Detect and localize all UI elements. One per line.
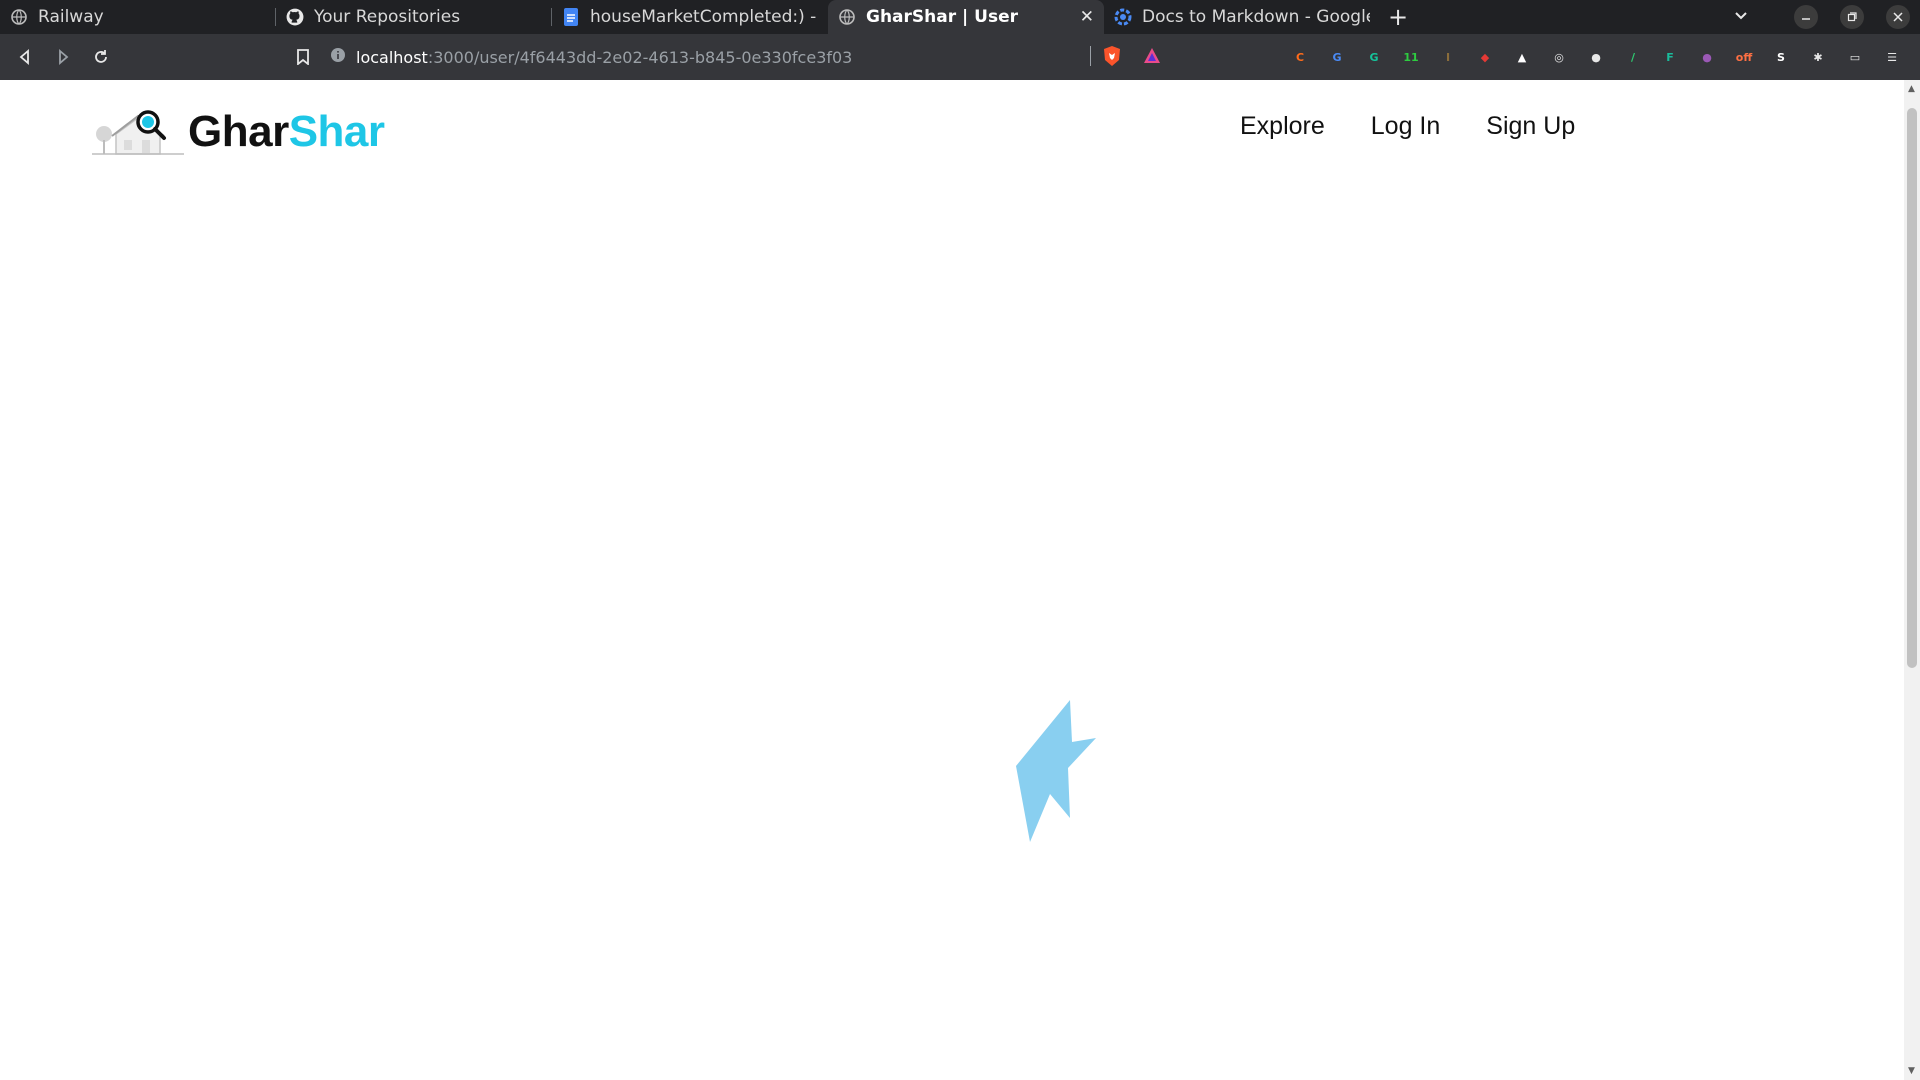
brave-rewards-icon[interactable]	[1142, 46, 1162, 70]
tab-gharshar-user[interactable]: GharShar | User ✕	[828, 0, 1104, 34]
chevron-down-icon[interactable]	[1734, 9, 1748, 25]
tab-title: GharShar | User	[866, 7, 1018, 27]
extension-translate-icon[interactable]: G	[1325, 45, 1349, 69]
bookmark-button[interactable]	[284, 38, 322, 76]
restore-button[interactable]	[1840, 5, 1864, 29]
address-bar[interactable]: localhost:3000/user/4f6443dd-2e02-4613-b…	[330, 39, 1170, 75]
reload-icon	[95, 50, 107, 63]
nav-signup-link[interactable]: Sign Up	[1486, 112, 1575, 141]
url-host: localhost	[356, 47, 428, 67]
page-scrollbar[interactable]: ▲ ▼	[1904, 80, 1920, 1080]
tab-github[interactable]: Your Repositories	[276, 0, 552, 34]
extension-icon	[1114, 8, 1132, 26]
extension-circle-icon[interactable]: ●	[1584, 45, 1608, 69]
forward-button[interactable]	[44, 38, 82, 76]
brand-name-part1: Ghar	[188, 107, 289, 156]
grammarly-icon[interactable]: G	[1362, 45, 1386, 69]
extension-off-icon[interactable]: off	[1732, 45, 1756, 69]
extension-red-icon[interactable]: ◆	[1473, 45, 1497, 69]
extension-teal-icon[interactable]: F	[1658, 45, 1682, 69]
wallet-icon[interactable]: ▭	[1843, 45, 1867, 69]
bookmark-icon	[297, 49, 309, 65]
minimize-button[interactable]	[1794, 5, 1818, 29]
brand-name: GharShar	[188, 107, 385, 157]
nav-login-link[interactable]: Log In	[1371, 112, 1441, 141]
reload-button[interactable]	[82, 38, 120, 76]
tab-title: houseMarketCompleted:) - Gc	[590, 7, 818, 27]
extension-purple-icon[interactable]: ●	[1695, 45, 1719, 69]
site-header: GharShar Explore Log In Sign Up	[0, 80, 1904, 180]
extension-green-icon[interactable]: /	[1621, 45, 1645, 69]
menu-icon[interactable]: ☰	[1880, 45, 1904, 69]
google-docs-icon	[562, 8, 580, 26]
clock-extension-icon[interactable]: 11	[1399, 45, 1423, 69]
url-path: :3000/user/4f6443dd-2e02-4613-b845-0e330…	[427, 47, 853, 67]
toolbar-divider	[1090, 46, 1091, 66]
loading-spinner	[1012, 700, 1096, 848]
extension-c-icon[interactable]: C	[1288, 45, 1312, 69]
info-icon[interactable]	[330, 47, 346, 67]
tab-docs-to-markdown[interactable]: Docs to Markdown - Google W	[1104, 0, 1380, 34]
tab-title: Docs to Markdown - Google W	[1142, 7, 1370, 27]
site-logo[interactable]: GharShar	[92, 104, 385, 160]
new-tab-button[interactable]: +	[1380, 0, 1416, 34]
scroll-down-icon[interactable]: ▼	[1908, 1066, 1915, 1076]
nav-explore-link[interactable]: Explore	[1240, 112, 1325, 141]
extension-tool-icon[interactable]: I	[1436, 45, 1460, 69]
extension-dark-icon[interactable]: ▲	[1510, 45, 1534, 69]
close-window-button[interactable]	[1886, 5, 1910, 29]
github-icon	[286, 8, 304, 26]
brave-shields-icon[interactable]	[1102, 45, 1122, 71]
forward-icon	[59, 49, 69, 65]
extension-target-icon[interactable]: ◎	[1547, 45, 1571, 69]
tab-title: Railway	[38, 7, 104, 27]
house-search-logo-icon	[92, 110, 184, 155]
tab-railway[interactable]: Railway	[0, 0, 276, 34]
globe-icon	[838, 8, 856, 26]
tab-google-docs[interactable]: houseMarketCompleted:) - Gc	[552, 0, 828, 34]
scrollbar-thumb[interactable]	[1907, 108, 1917, 668]
brand-name-part2: Shar	[288, 107, 385, 156]
site-nav: Explore Log In Sign Up	[1240, 112, 1575, 141]
window-controls	[1734, 0, 1910, 34]
close-icon[interactable]: ✕	[1080, 7, 1094, 27]
tab-title: Your Repositories	[314, 7, 461, 27]
back-button[interactable]	[6, 38, 44, 76]
globe-icon	[10, 8, 28, 26]
extensions-toolbar: C G G 11 I ◆ ▲ ◎ ● / F ● off S ✱ ▭ ☰	[1288, 34, 1904, 80]
extension-s-icon[interactable]: S	[1769, 45, 1793, 69]
scroll-up-icon[interactable]: ▲	[1908, 84, 1915, 94]
browser-tab-strip: Railway Your Repositories houseMarketCom…	[0, 0, 1920, 34]
loading-spinner-icon	[1016, 700, 1096, 842]
extensions-puzzle-icon[interactable]: ✱	[1806, 45, 1830, 69]
page-content: GharShar Explore Log In Sign Up	[0, 80, 1904, 1080]
back-icon	[19, 49, 29, 65]
